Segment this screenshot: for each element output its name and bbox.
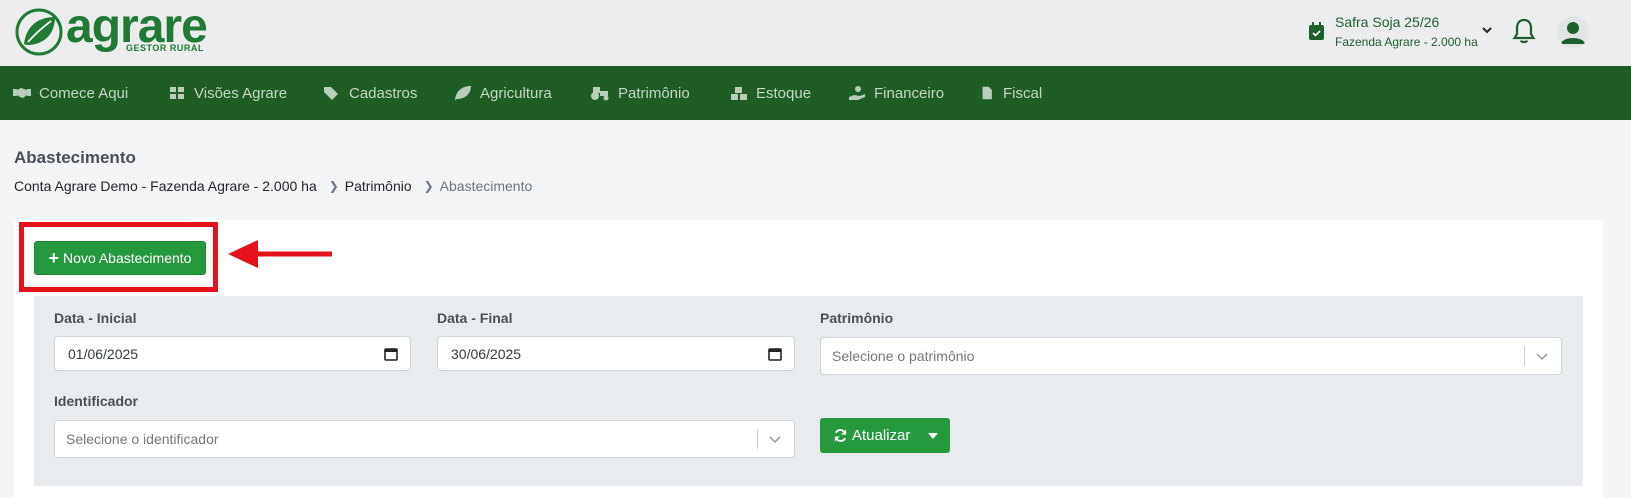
tractor-icon [591,87,609,101]
chevron-right-icon: ❯ [328,179,339,193]
plus-icon: + [48,248,60,268]
breadcrumb-item-current: Abastecimento [439,178,533,194]
brand-logo[interactable]: agrare GESTOR RURAL [13,3,213,57]
season-selector[interactable]: Safra Soja 25/26 Fazenda Agrare - 2.000 … [1309,14,1499,52]
nav-label: Cadastros [349,84,418,102]
nav-item-cadastros[interactable]: Cadastros [323,66,417,120]
tags-icon [324,87,338,100]
chevron-down-icon [1536,353,1548,361]
new-refuel-label: Novo Abastecimento [63,250,192,266]
main-nav: Comece Aqui Visões Agrare Cadastros Agri… [0,66,1631,120]
new-refuel-button[interactable]: + Novo Abastecimento [34,241,206,275]
breadcrumb-item-patrimonio[interactable]: Patrimônio [345,178,412,194]
annotation-arrow-icon [228,240,332,268]
nav-label: Agricultura [480,84,552,102]
hand-coin-icon [849,86,865,100]
identifier-label: Identificador [54,393,139,409]
boxes-icon [731,87,747,100]
refresh-dropdown-toggle[interactable] [916,418,950,453]
leaf-icon [455,86,471,100]
nav-item-fiscal[interactable]: Fiscal [981,66,1042,120]
date-end-label: Data - Final [437,310,513,326]
user-icon [1561,22,1585,44]
season-title: Safra Soja 25/26 [1335,14,1440,30]
nav-label: Patrimônio [618,84,690,102]
refresh-button[interactable]: Atualizar [820,427,916,444]
asset-label: Patrimônio [820,310,894,326]
calendar-icon [768,347,782,361]
chevron-right-icon: ❯ [423,179,434,193]
nav-item-estoque[interactable]: Estoque [730,66,811,120]
date-end-input[interactable]: 30/06/2025 [437,336,795,371]
date-start-input[interactable]: 01/06/2025 [54,336,411,371]
identifier-placeholder: Selecione o identificador [66,431,219,447]
page-title: Abastecimento [14,148,136,167]
select-divider [1524,346,1525,366]
nav-label: Fiscal [1003,84,1043,102]
select-divider [757,429,758,449]
caret-down-icon [928,432,938,439]
asset-select[interactable]: Selecione o patrimônio [820,337,1562,375]
identifier-select[interactable]: Selecione o identificador [54,420,795,458]
refresh-label: Atualizar [852,427,911,444]
nav-label: Estoque [756,84,812,102]
date-start-label: Data - Inicial [54,310,137,326]
sync-icon [834,429,847,442]
chevron-down-icon [769,436,781,444]
leaf-logo-icon [15,8,63,56]
calendar-icon [384,347,398,361]
dashboard-icon [170,87,184,99]
date-start-value: 01/06/2025 [68,345,139,362]
chevron-down-icon [1482,27,1492,34]
refresh-button-group: Atualizar [820,418,950,453]
date-end-value: 30/06/2025 [451,345,522,362]
top-header: agrare GESTOR RURAL Safra Soja 25/26 Faz… [0,0,1631,66]
nav-item-visoes-agrare[interactable]: Visões Agrare [168,66,287,120]
handshake-icon [13,88,31,98]
brand-tagline: GESTOR RURAL [126,43,204,53]
nav-item-financeiro[interactable]: Financeiro [848,66,944,120]
nav-label: Visões Agrare [194,84,288,102]
nav-item-agricultura[interactable]: Agricultura [454,66,552,120]
nav-label: Comece Aqui [39,84,129,102]
user-avatar[interactable] [1557,16,1589,48]
nav-item-comece-aqui[interactable]: Comece Aqui [13,66,128,120]
notification-bell-icon[interactable] [1512,17,1536,45]
calendar-check-icon [1309,22,1324,40]
breadcrumb: Conta Agrare Demo - Fazenda Agrare - 2.0… [14,178,532,194]
nav-label: Financeiro [874,84,945,102]
asset-placeholder: Selecione o patrimônio [832,348,975,364]
invoice-icon [982,86,992,100]
breadcrumb-item-account[interactable]: Conta Agrare Demo - Fazenda Agrare - 2.0… [14,178,317,194]
nav-item-patrimonio[interactable]: Patrimônio [590,66,690,120]
season-farm: Fazenda Agrare - 2.000 ha [1335,35,1478,49]
